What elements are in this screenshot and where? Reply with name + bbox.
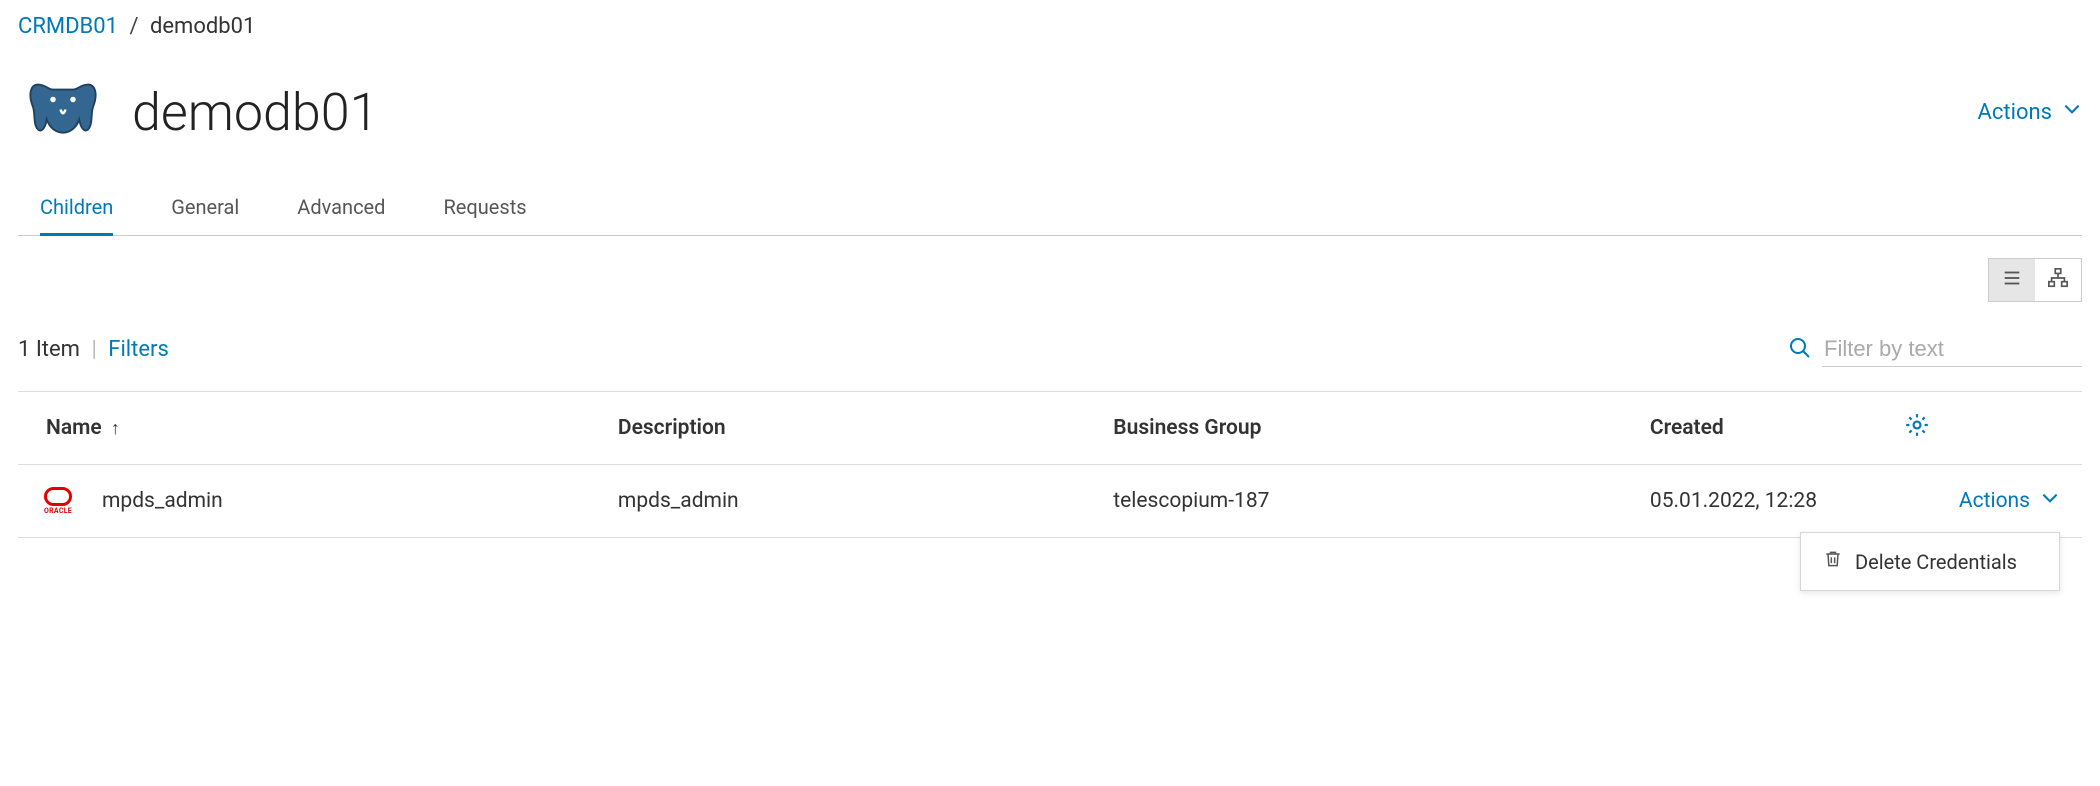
tab-advanced[interactable]: Advanced xyxy=(297,187,385,235)
filters-link[interactable]: Filters xyxy=(108,337,169,362)
postgres-icon xyxy=(18,67,108,157)
children-table: Name ↑ Description Business Group Create… xyxy=(18,391,2082,538)
row-name: mpds_admin xyxy=(102,489,223,513)
delete-credentials-item[interactable]: Delete Credentials xyxy=(1801,533,2059,590)
page-actions-label: Actions xyxy=(1978,100,2052,125)
row-business-group: telescopium-187 xyxy=(1091,465,1628,538)
page-actions-button[interactable]: Actions xyxy=(1978,99,2082,125)
tab-children[interactable]: Children xyxy=(40,187,113,235)
breadcrumb-current: demodb01 xyxy=(150,14,255,39)
column-header-description[interactable]: Description xyxy=(596,392,1091,465)
row-actions-button[interactable]: Actions xyxy=(1904,488,2060,514)
row-actions-label: Actions xyxy=(1959,489,2030,513)
column-header-business-group[interactable]: Business Group xyxy=(1091,392,1628,465)
tree-view-button[interactable] xyxy=(2035,259,2081,301)
search-icon xyxy=(1788,336,1812,364)
row-description: mpds_admin xyxy=(596,465,1091,538)
tab-general[interactable]: General xyxy=(171,187,239,235)
page-title: demodb01 xyxy=(132,82,378,143)
column-settings-button[interactable] xyxy=(1882,392,2082,465)
breadcrumb-parent-link[interactable]: CRMDB01 xyxy=(18,14,118,39)
trash-icon xyxy=(1823,549,1855,574)
tabs: Children General Advanced Requests xyxy=(18,187,2082,236)
delete-credentials-label: Delete Credentials xyxy=(1855,550,2017,574)
chevron-down-icon xyxy=(2040,488,2060,514)
row-actions-menu: Delete Credentials xyxy=(1800,532,2060,591)
column-header-created[interactable]: Created xyxy=(1628,392,1882,465)
gear-icon xyxy=(1904,420,1930,444)
hierarchy-icon xyxy=(2047,267,2069,293)
oracle-icon: ORACLE xyxy=(40,487,76,515)
tab-requests[interactable]: Requests xyxy=(443,187,526,235)
list-view-button[interactable] xyxy=(1989,259,2035,301)
table-row[interactable]: ORACLE mpds_admin mpds_admin telescopium… xyxy=(18,465,2082,538)
chevron-down-icon xyxy=(2062,99,2082,125)
table-header-row: Name ↑ Description Business Group Create… xyxy=(18,392,2082,465)
view-toggle xyxy=(1988,258,2082,302)
column-header-name-label: Name xyxy=(46,416,102,440)
column-header-name[interactable]: Name ↑ xyxy=(18,392,596,465)
breadcrumb: CRMDB01 / demodb01 xyxy=(18,14,2082,39)
item-count: 1 Item | Filters xyxy=(18,337,169,362)
list-icon xyxy=(2001,267,2023,293)
search-input[interactable] xyxy=(1822,332,2082,367)
item-count-text: 1 Item xyxy=(18,337,80,362)
row-created: 05.01.2022, 12:28 xyxy=(1628,465,1882,538)
sort-ascending-icon: ↑ xyxy=(111,418,120,439)
breadcrumb-separator: / xyxy=(129,14,138,39)
